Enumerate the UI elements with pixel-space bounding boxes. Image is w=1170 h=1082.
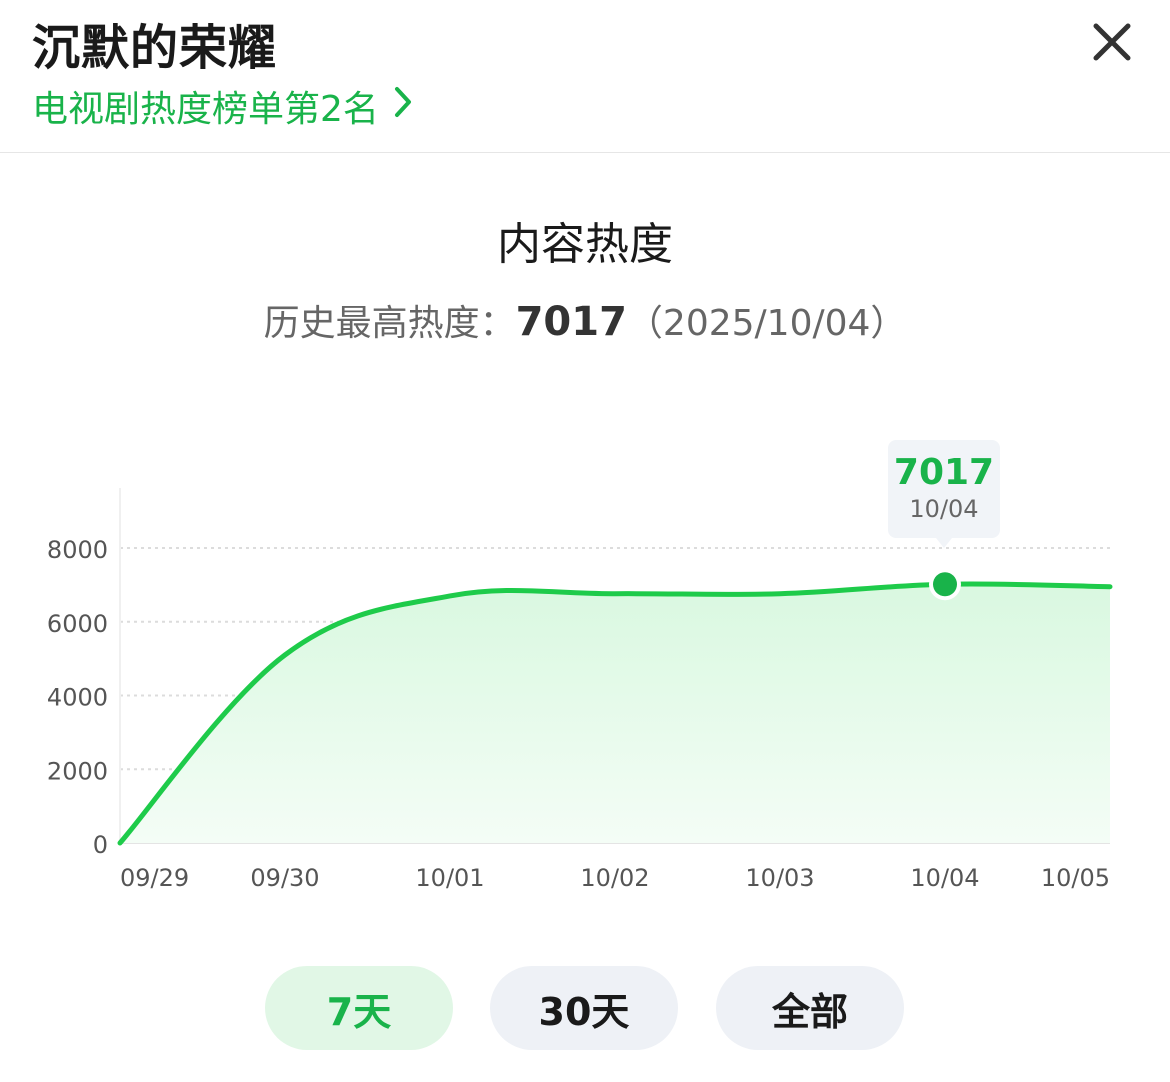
chevron-right-icon [393,85,413,128]
heat-panel: 沉默的荣耀 电视剧热度榜单第2名 内容热度 历史最高热度：7017（2025/1… [0,0,1170,1082]
highlight-point[interactable] [933,572,957,597]
series-area [120,583,1110,843]
x-tick-label: 10/01 [415,864,484,892]
x-tick-label: 09/30 [250,864,319,892]
range-tab-30d[interactable]: 30天 [490,966,678,1050]
page-title: 沉默的荣耀 [32,20,278,76]
history-peak: 历史最高热度：7017（2025/10/04） [0,294,1170,346]
chart-tooltip: 7017 10/04 [888,440,1000,548]
range-tab-label: 30天 [538,989,630,1034]
y-tick-label: 2000 [47,757,108,785]
x-tick-label: 09/29 [120,864,189,892]
tooltip-date: 10/04 [909,495,979,523]
close-button[interactable] [1088,18,1136,66]
y-tick-label: 4000 [47,684,108,712]
tooltip-value: 7017 [893,452,995,493]
ranking-link[interactable]: 电视剧热度榜单第2名 [32,80,413,132]
x-tick-label: 10/03 [745,864,814,892]
history-label: 历史最高热度： [263,303,516,344]
y-tick-label: 6000 [47,610,108,638]
x-tick-label: 10/02 [580,864,649,892]
y-tick-label: 0 [93,831,108,859]
section-title: 内容热度 [497,219,673,270]
range-tab-all[interactable]: 全部 [716,966,904,1050]
close-icon [1093,23,1131,61]
range-tab-label: 全部 [771,989,848,1034]
range-tab-label: 7天 [326,989,392,1034]
history-peak-value: 7017 [515,299,627,345]
header: 沉默的荣耀 电视剧热度榜单第2名 [0,0,1170,153]
y-tick-label: 8000 [47,536,108,564]
ranking-link-label: 电视剧热度榜单第2名 [32,89,379,130]
x-tick-label: 10/04 [910,864,979,892]
history-peak-date: （2025/10/04） [626,303,907,344]
range-tab-7d[interactable]: 7天 [265,966,453,1050]
x-tick-label: 10/05 [1041,864,1110,892]
